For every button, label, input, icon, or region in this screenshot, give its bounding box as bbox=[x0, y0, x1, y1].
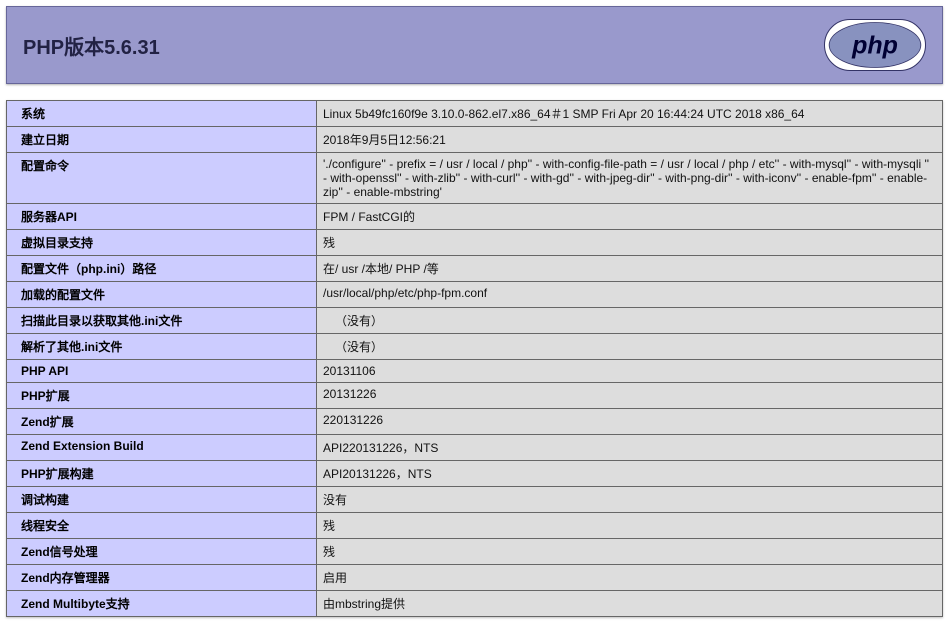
row-key: 加载的配置文件 bbox=[7, 282, 317, 308]
row-value: 220131226 bbox=[317, 409, 943, 435]
table-row: Zend扩展220131226 bbox=[7, 409, 943, 435]
table-row: 虚拟目录支持残 bbox=[7, 230, 943, 256]
table-row: PHP扩展20131226 bbox=[7, 383, 943, 409]
row-value: 残 bbox=[317, 513, 943, 539]
row-key: Zend信号处理 bbox=[7, 539, 317, 565]
page-title: PHP版本5.6.31 bbox=[23, 31, 160, 60]
row-value: 启用 bbox=[317, 565, 943, 591]
row-key: 调试构建 bbox=[7, 487, 317, 513]
row-key: 解析了其他.ini文件 bbox=[7, 334, 317, 360]
table-row: 建立日期2018年9月5日12:56:21 bbox=[7, 127, 943, 153]
table-row: 扫描此目录以获取其他.ini文件（没有） bbox=[7, 308, 943, 334]
table-row: PHP扩展构建API20131226，NTS bbox=[7, 461, 943, 487]
row-value: 20131106 bbox=[317, 360, 943, 383]
row-key: 扫描此目录以获取其他.ini文件 bbox=[7, 308, 317, 334]
row-value: （没有） bbox=[317, 334, 943, 360]
row-key: Zend Extension Build bbox=[7, 435, 317, 461]
table-row: 配置文件（php.ini）路径在/ usr /本地/ PHP /等 bbox=[7, 256, 943, 282]
row-key: Zend扩展 bbox=[7, 409, 317, 435]
row-key: 系统 bbox=[7, 101, 317, 127]
row-key: PHP扩展构建 bbox=[7, 461, 317, 487]
row-value: 在/ usr /本地/ PHP /等 bbox=[317, 256, 943, 282]
row-key: PHP扩展 bbox=[7, 383, 317, 409]
row-value: 2018年9月5日12:56:21 bbox=[317, 127, 943, 153]
row-value: Linux 5b49fc160f9e 3.10.0-862.el7.x86_64… bbox=[317, 101, 943, 127]
table-row: 服务器APIFPM / FastCGI的 bbox=[7, 204, 943, 230]
row-value: 残 bbox=[317, 230, 943, 256]
row-value: （没有） bbox=[317, 308, 943, 334]
table-row: 调试构建没有 bbox=[7, 487, 943, 513]
row-value: /usr/local/php/etc/php-fpm.conf bbox=[317, 282, 943, 308]
row-value: FPM / FastCGI的 bbox=[317, 204, 943, 230]
row-value: API220131226，NTS bbox=[317, 435, 943, 461]
table-row: Zend信号处理残 bbox=[7, 539, 943, 565]
info-table: 系统Linux 5b49fc160f9e 3.10.0-862.el7.x86_… bbox=[6, 100, 943, 617]
row-value: 由mbstring提供 bbox=[317, 591, 943, 617]
row-key: 服务器API bbox=[7, 204, 317, 230]
row-key: Zend Multibyte支持 bbox=[7, 591, 317, 617]
row-key: PHP API bbox=[7, 360, 317, 383]
row-key: 配置命令 bbox=[7, 153, 317, 204]
row-key: 配置文件（php.ini）路径 bbox=[7, 256, 317, 282]
row-value: './configure'' - prefix = / usr / local … bbox=[317, 153, 943, 204]
table-row: 系统Linux 5b49fc160f9e 3.10.0-862.el7.x86_… bbox=[7, 101, 943, 127]
row-key: 线程安全 bbox=[7, 513, 317, 539]
table-row: 加载的配置文件/usr/local/php/etc/php-fpm.conf bbox=[7, 282, 943, 308]
row-value: 残 bbox=[317, 539, 943, 565]
table-row: Zend内存管理器启用 bbox=[7, 565, 943, 591]
table-row: Zend Multibyte支持由mbstring提供 bbox=[7, 591, 943, 617]
row-value: 没有 bbox=[317, 487, 943, 513]
table-row: 线程安全残 bbox=[7, 513, 943, 539]
row-key: Zend内存管理器 bbox=[7, 565, 317, 591]
table-row: Zend Extension BuildAPI220131226，NTS bbox=[7, 435, 943, 461]
svg-text:php: php bbox=[851, 31, 898, 59]
row-value: API20131226，NTS bbox=[317, 461, 943, 487]
table-row: 配置命令'./configure'' - prefix = / usr / lo… bbox=[7, 153, 943, 204]
row-key: 虚拟目录支持 bbox=[7, 230, 317, 256]
row-key: 建立日期 bbox=[7, 127, 317, 153]
phpinfo-header: PHP版本5.6.31 php bbox=[6, 6, 943, 84]
table-row: PHP API20131106 bbox=[7, 360, 943, 383]
row-value: 20131226 bbox=[317, 383, 943, 409]
php-logo: php bbox=[824, 19, 926, 71]
table-row: 解析了其他.ini文件（没有） bbox=[7, 334, 943, 360]
